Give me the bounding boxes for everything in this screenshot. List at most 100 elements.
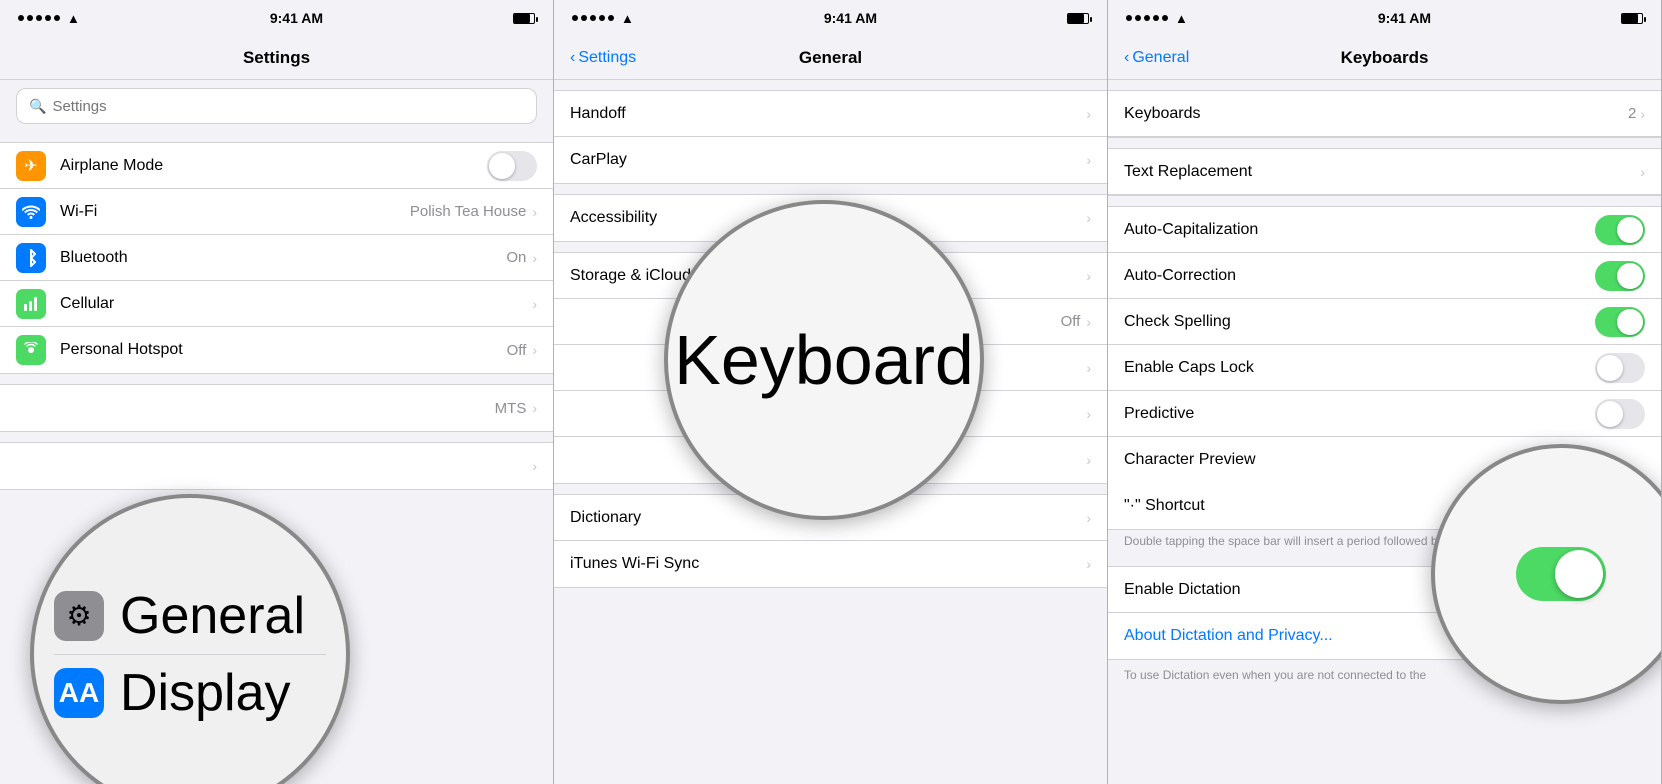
keyboards-count: 2: [1628, 105, 1636, 122]
wifi-label: Wi-Fi: [60, 203, 410, 221]
check-spelling-toggle[interactable]: [1595, 307, 1645, 337]
nav-bar-3: ‹ General Keyboards: [1108, 36, 1661, 80]
text-replacement-label: Text Replacement: [1124, 163, 1640, 181]
wifi-row[interactable]: Wi-Fi Polish Tea House ›: [0, 189, 553, 235]
magnifier-2: Keyboard: [664, 200, 984, 520]
display-icon-magnified: AA: [54, 668, 104, 718]
wifi-icon-row: [16, 197, 46, 227]
caps-lock-toggle[interactable]: [1595, 353, 1645, 383]
hotspot-row[interactable]: Personal Hotspot Off ›: [0, 327, 553, 373]
bluetooth-value: On: [506, 249, 526, 266]
keyboards-count-row[interactable]: Keyboards 2 ›: [1108, 91, 1661, 137]
carrier-row[interactable]: MTS ›: [0, 385, 553, 431]
signal-dots: ▲: [18, 11, 80, 26]
general-panel: ▲ 9:41 AM ‹ Settings General Handoff › C…: [554, 0, 1108, 784]
cellular-chevron: ›: [532, 296, 537, 312]
carplay-row[interactable]: CarPlay ›: [554, 137, 1107, 183]
search-bar[interactable]: 🔍: [16, 88, 537, 124]
dot5: [54, 15, 60, 21]
time-label-1: 9:41 AM: [270, 10, 323, 26]
text-replacement-group: Text Replacement ›: [1108, 148, 1661, 196]
auto-cap-toggle[interactable]: [1595, 215, 1645, 245]
cellular-label: Cellular: [60, 295, 532, 313]
keyboards-panel: ▲ 9:41 AM ‹ General Keyboards Keyboards …: [1108, 0, 1662, 784]
auto-cap-label: Auto-Capitalization: [1124, 221, 1587, 239]
itunes-row[interactable]: iTunes Wi-Fi Sync ›: [554, 541, 1107, 587]
dot1: [18, 15, 24, 21]
signal-dots-2: ▲: [572, 11, 634, 26]
carrier-group: MTS ›: [0, 384, 553, 432]
back-label-2: Settings: [578, 49, 636, 67]
airplane-label: Airplane Mode: [60, 157, 479, 175]
search-bar-wrap: 🔍: [0, 80, 553, 132]
search-icon: 🔍: [29, 98, 46, 115]
wifi-icon: ▲: [67, 11, 80, 26]
carrier-chevron: ›: [532, 400, 537, 416]
airplane-mode-row[interactable]: ✈ Airplane Mode: [0, 143, 553, 189]
auto-correct-toggle[interactable]: [1595, 261, 1645, 291]
nav-bar-2: ‹ Settings General: [554, 36, 1107, 80]
extra-row-1[interactable]: ›: [0, 443, 553, 489]
battery-area-2: [1067, 13, 1089, 24]
wifi-icon-2: ▲: [621, 11, 634, 26]
page-title-1: Settings: [243, 48, 310, 68]
auto-correct-label: Auto-Correction: [1124, 267, 1587, 285]
wifi-icon-3: ▲: [1175, 11, 1188, 26]
wifi-chevron: ›: [532, 204, 537, 220]
hotspot-chevron: ›: [532, 342, 537, 358]
check-spelling-row[interactable]: Check Spelling: [1108, 299, 1661, 345]
text-replacement-chevron: ›: [1640, 164, 1645, 180]
status-bar-2: ▲ 9:41 AM: [554, 0, 1107, 36]
back-button-2[interactable]: ‹ Settings: [570, 49, 636, 67]
predictive-toggle[interactable]: [1595, 399, 1645, 429]
general-row-magnified[interactable]: ⚙ General: [54, 578, 326, 655]
handoff-label: Handoff: [570, 105, 1086, 123]
caps-lock-label: Enable Caps Lock: [1124, 359, 1587, 377]
battery-area: [513, 13, 535, 24]
time-label-3: 9:41 AM: [1378, 10, 1431, 26]
keyboards-count-group: Keyboards 2 ›: [1108, 90, 1661, 138]
back-chevron-3: ‹: [1124, 49, 1129, 67]
bluetooth-icon: [16, 243, 46, 273]
bluetooth-chevron: ›: [532, 250, 537, 266]
caps-lock-row[interactable]: Enable Caps Lock: [1108, 345, 1661, 391]
itunes-label: iTunes Wi-Fi Sync: [570, 555, 1086, 573]
large-toggle-knob: [1555, 550, 1603, 598]
large-toggle[interactable]: [1516, 547, 1606, 601]
wifi-value: Polish Tea House: [410, 203, 526, 220]
bluetooth-label: Bluetooth: [60, 249, 506, 267]
keyboards-label: Keyboards: [1124, 105, 1628, 123]
battery-area-3: [1621, 13, 1643, 24]
display-row-magnified[interactable]: AA Display: [54, 655, 326, 731]
hotspot-label: Personal Hotspot: [60, 341, 507, 359]
back-chevron-2: ‹: [570, 49, 575, 67]
handoff-row[interactable]: Handoff ›: [554, 91, 1107, 137]
back-label-3: General: [1132, 49, 1189, 67]
airplane-icon: ✈: [16, 151, 46, 181]
battery-icon: [513, 13, 535, 24]
status-bar-1: ▲ 9:41 AM: [0, 0, 553, 36]
extra-rows-group: ›: [0, 442, 553, 490]
predictive-label: Predictive: [1124, 405, 1587, 423]
back-button-3[interactable]: ‹ General: [1124, 49, 1189, 67]
hotspot-value: Off: [507, 342, 527, 359]
check-spelling-label: Check Spelling: [1124, 313, 1587, 331]
carrier-value: MTS: [495, 400, 527, 417]
auto-cap-row[interactable]: Auto-Capitalization: [1108, 207, 1661, 253]
auto-correct-row[interactable]: Auto-Correction: [1108, 253, 1661, 299]
dot3: [36, 15, 42, 21]
airplane-toggle[interactable]: [487, 151, 537, 181]
magnifier-text-2: Keyboard: [674, 320, 974, 400]
general-icon-magnified: ⚙: [54, 591, 104, 641]
text-replacement-row[interactable]: Text Replacement ›: [1108, 149, 1661, 195]
keyboards-chevron: ›: [1640, 106, 1645, 122]
nav-bar-1: Settings: [0, 36, 553, 80]
cellular-row[interactable]: Cellular ›: [0, 281, 553, 327]
page-title-3: Keyboards: [1341, 48, 1429, 68]
dot2: [27, 15, 33, 21]
search-input[interactable]: [52, 98, 524, 115]
settings-panel: ▲ 9:41 AM Settings 🔍 ✈ Airplane Mode: [0, 0, 554, 784]
bluetooth-row[interactable]: Bluetooth On ›: [0, 235, 553, 281]
display-label-magnified: Display: [120, 663, 291, 723]
predictive-row[interactable]: Predictive: [1108, 391, 1661, 437]
